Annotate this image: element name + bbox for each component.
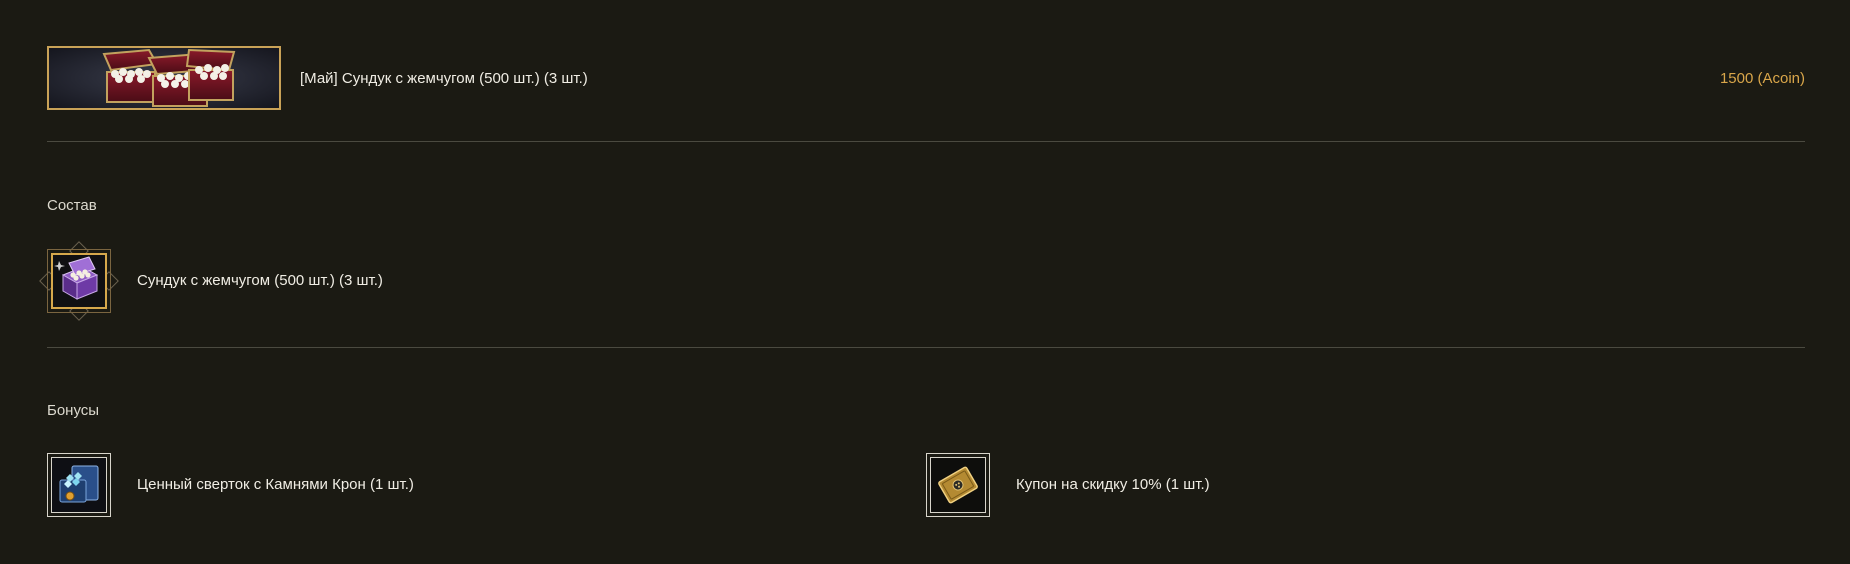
- bonus-item: Купон на скидку 10% (1 шт.): [926, 453, 1786, 519]
- discount-coupon-icon: [930, 457, 986, 513]
- composition-item: Сундук с жемчугом (500 шт.) (3 шт.): [39, 241, 947, 321]
- item-slot[interactable]: [47, 453, 111, 517]
- divider: [47, 141, 1805, 142]
- divider: [47, 347, 1805, 348]
- bonus-item-name: Купон на скидку 10% (1 шт.): [1016, 476, 1210, 493]
- purple-pearl-chest-icon: [51, 253, 107, 309]
- bonus-item-name: Ценный сверток с Камнями Крон (1 шт.): [137, 476, 414, 493]
- composition-item-name: Сундук с жемчугом (500 шт.) (3 шт.): [137, 272, 383, 289]
- item-slot[interactable]: [47, 249, 111, 313]
- product-header-row: [Май] Сундук с жемчугом (500 шт.) (3 шт.…: [47, 46, 1805, 110]
- crown-gems-bundle-icon: [51, 457, 107, 513]
- item-slot[interactable]: [926, 453, 990, 517]
- product-price: 1500 (Acoin): [1719, 70, 1805, 87]
- product-title: [Май] Сундук с жемчугом (500 шт.) (3 шт.…: [300, 70, 588, 87]
- composition-heading: Состав: [47, 197, 97, 214]
- bonuses-heading: Бонусы: [47, 402, 100, 419]
- bonus-item: Ценный сверток с Камнями Крон (1 шт.): [47, 453, 907, 519]
- pearl-chests-banner-icon[interactable]: [47, 46, 281, 110]
